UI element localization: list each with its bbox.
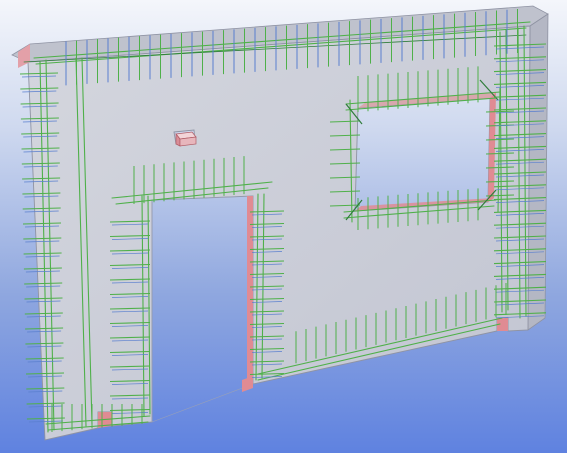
door-opening <box>151 195 254 423</box>
wall-model-canvas[interactable] <box>0 0 567 453</box>
door-sill-face <box>242 376 253 392</box>
3d-viewport[interactable] <box>0 0 567 453</box>
wall-panel[interactable] <box>27 25 531 441</box>
embedded-plate[interactable] <box>175 131 197 147</box>
